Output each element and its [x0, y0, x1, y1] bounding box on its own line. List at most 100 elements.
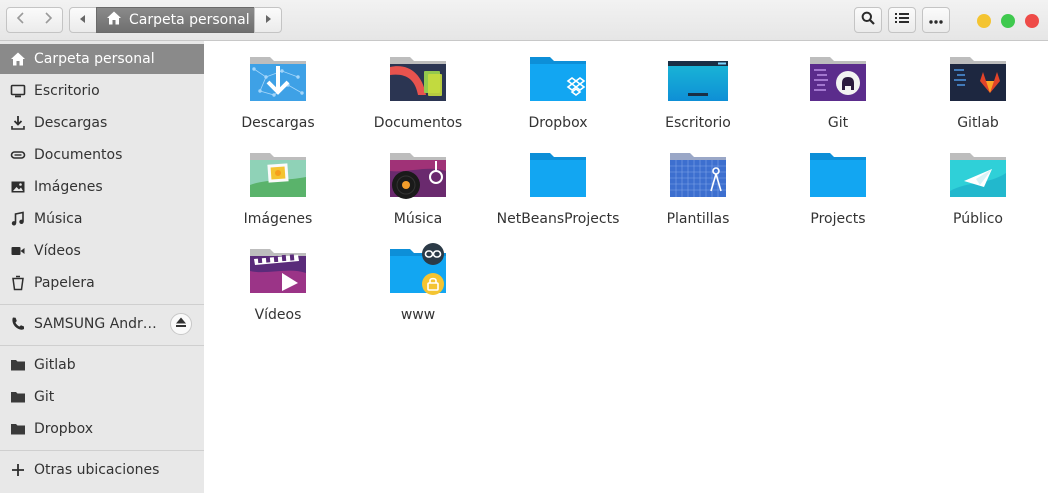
folder-item-gitlab[interactable]: Gitlab — [908, 41, 1048, 131]
sidebar-item-label: Otras ubicaciones — [34, 462, 160, 478]
home-icon — [106, 10, 122, 30]
triangle-left-icon — [79, 12, 87, 28]
search-icon — [861, 11, 875, 29]
folder-icon — [10, 389, 26, 405]
documents-folder-icon — [388, 55, 448, 103]
image-icon — [10, 179, 26, 195]
path-current-label: Carpeta personal — [129, 12, 250, 28]
sidebar-item-music[interactable]: Música — [0, 204, 204, 234]
triangle-right-icon — [264, 12, 272, 28]
folder-item-plantillas[interactable]: Plantillas — [628, 137, 768, 227]
folder-item-www[interactable]: www — [348, 233, 488, 323]
sidebar-item-label: Vídeos — [34, 243, 81, 259]
sidebar-item-home[interactable]: Carpeta personal — [0, 44, 204, 74]
sidebar-item-documents[interactable]: Documentos — [0, 140, 204, 170]
folder-item-musica[interactable]: Música — [348, 137, 488, 227]
sidebar-item-downloads[interactable]: Descargas — [0, 108, 204, 138]
sidebar-separator — [0, 304, 204, 305]
folder-item-netbeansprojects[interactable]: NetBeansProjects — [488, 137, 628, 227]
sidebar-item-label: Dropbox — [34, 421, 93, 437]
maximize-button[interactable] — [1001, 14, 1015, 28]
download-folder-icon — [248, 55, 308, 103]
more-icon — [929, 12, 943, 28]
folder-item-descargas[interactable]: Descargas — [208, 41, 348, 131]
file-name: Dropbox — [528, 115, 588, 131]
file-name: www — [400, 307, 436, 323]
forward-button[interactable] — [34, 7, 63, 33]
git-folder-icon — [808, 55, 868, 103]
file-name: Imágenes — [243, 211, 313, 227]
folder-item-projects[interactable]: Projects — [768, 137, 908, 227]
sidebar-item-label: Gitlab — [34, 357, 76, 373]
back-button[interactable] — [6, 7, 35, 33]
chevron-left-icon — [16, 11, 26, 29]
eject-button[interactable] — [170, 313, 192, 335]
link-emblem-icon — [422, 243, 444, 265]
folder-item-publico[interactable]: Público — [908, 137, 1048, 227]
sidebar-item-label: Música — [34, 211, 83, 227]
sidebar-item-bookmark-gitlab[interactable]: Gitlab — [0, 350, 204, 380]
file-name: Escritorio — [665, 115, 731, 131]
gitlab-folder-icon — [948, 55, 1008, 103]
sidebar-item-bookmark-dropbox[interactable]: Dropbox — [0, 414, 204, 444]
path-bar-current[interactable]: Carpeta personal — [96, 7, 255, 33]
file-name: Gitlab — [957, 115, 999, 131]
close-button[interactable] — [1025, 14, 1039, 28]
templates-folder-icon — [668, 151, 728, 199]
file-name: Vídeos — [254, 307, 302, 323]
desktop-folder-icon — [668, 55, 728, 103]
file-name: Projects — [810, 211, 866, 227]
dropbox-folder-icon — [528, 55, 588, 103]
sidebar-item-samsung-device[interactable]: SAMSUNG Andr… — [0, 309, 204, 339]
sidebar: Carpeta personal Escritorio Descargas Do… — [0, 41, 204, 493]
folder-icon — [528, 151, 588, 199]
eject-icon — [175, 316, 187, 332]
sidebar-item-desktop[interactable]: Escritorio — [0, 76, 204, 106]
folder-icon — [10, 421, 26, 437]
sidebar-item-bookmark-git[interactable]: Git — [0, 382, 204, 412]
folder-item-imagenes[interactable]: Imágenes — [208, 137, 348, 227]
file-name: Música — [393, 211, 443, 227]
sidebar-item-label: Documentos — [34, 147, 123, 163]
list-icon — [895, 12, 909, 28]
folder-item-dropbox[interactable]: Dropbox — [488, 41, 628, 131]
sidebar-item-label: Carpeta personal — [34, 51, 155, 67]
view-list-button[interactable] — [888, 7, 916, 33]
folder-item-escritorio[interactable]: Escritorio — [628, 41, 768, 131]
sidebar-item-label: Descargas — [34, 115, 108, 131]
trash-icon — [10, 275, 26, 291]
videos-folder-icon — [248, 247, 308, 295]
menu-button[interactable] — [922, 7, 950, 33]
file-name: Plantillas — [666, 211, 730, 227]
file-grid: Descargas Documentos Dropbox Escritorio … — [204, 41, 1048, 493]
sidebar-item-images[interactable]: Imágenes — [0, 172, 204, 202]
file-name: NetBeansProjects — [496, 211, 620, 227]
folder-icon — [10, 357, 26, 373]
sidebar-item-other-locations[interactable]: Otras ubicaciones — [0, 455, 204, 485]
folder-item-videos[interactable]: Vídeos — [208, 233, 348, 323]
video-icon — [10, 243, 26, 259]
path-scroll-left-button[interactable] — [69, 7, 97, 33]
folder-item-git[interactable]: Git — [768, 41, 908, 131]
sidebar-item-videos[interactable]: Vídeos — [0, 236, 204, 266]
sidebar-item-trash[interactable]: Papelera — [0, 268, 204, 298]
folder-icon — [388, 243, 448, 295]
sidebar-separator — [0, 450, 204, 451]
phone-icon — [10, 316, 26, 332]
sidebar-item-label: Escritorio — [34, 83, 100, 99]
plus-icon — [10, 462, 26, 478]
sidebar-separator — [0, 345, 204, 346]
sidebar-item-label: Imágenes — [34, 179, 103, 195]
sidebar-item-label: SAMSUNG Andr… — [34, 316, 157, 332]
search-button[interactable] — [854, 7, 882, 33]
sidebar-item-label: Papelera — [34, 275, 95, 291]
path-scroll-right-button[interactable] — [254, 7, 282, 33]
music-icon — [10, 211, 26, 227]
sidebar-item-label: Git — [34, 389, 55, 405]
folder-item-documentos[interactable]: Documentos — [348, 41, 488, 131]
minimize-button[interactable] — [977, 14, 991, 28]
document-icon — [10, 147, 26, 163]
file-name: Documentos — [373, 115, 463, 131]
file-name: Descargas — [241, 115, 315, 131]
file-name: Git — [827, 115, 849, 131]
